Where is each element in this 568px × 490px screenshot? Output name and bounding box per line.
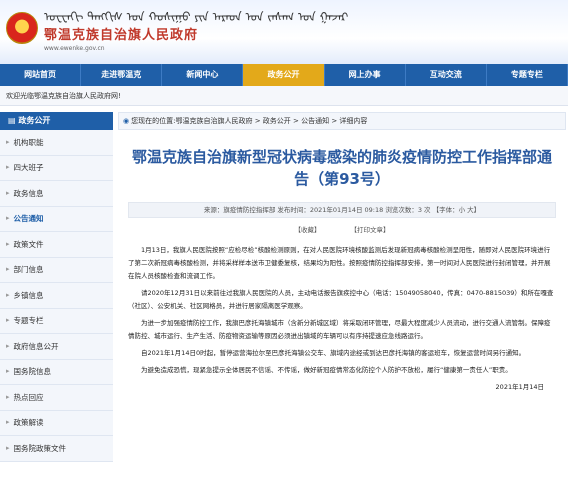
sidebar-item-label: 机构职能 (13, 137, 44, 147)
chevron-right-icon: ▸ (6, 239, 10, 248)
site-title[interactable]: 鄂温克族自治旗人民政府 (44, 24, 198, 43)
article-meta: 来源：旗疫情防控指挥部 发布时间：2021年01月14日 09:18 浏览次数：… (128, 202, 556, 218)
article-body: 1月13日，我旗人民医院按照“应检尽检”核酸检测原则，在对人民医院环境核酸监测后… (118, 244, 566, 391)
sidebar-item-label: 国务院信息 (13, 367, 52, 377)
article-actions: 【收藏】 【打印文章】 (118, 224, 566, 236)
breadcrumb-text[interactable]: 您现在的位置:鄂温克族自治旗人民政府 > 政务公开 > 公告通知 > 详细内容 (131, 117, 367, 125)
article-paragraph: 自2021年1月14日0时起，暂停运营海拉尔至巴彦托海镇公交车、旗域内途经或到达… (141, 349, 526, 357)
sidebar-item-label: 热点回应 (13, 392, 44, 402)
article-paragraph: 请2020年12月31日以来前往过我旗人民医院的人员，主动电话报告旗疾控中心（电… (128, 289, 554, 310)
chevron-right-icon: ▸ (6, 341, 10, 350)
nav-about-ewenki[interactable]: 走进鄂温克 (81, 64, 163, 86)
sidebar-item-policy-interpretation[interactable]: ▸ 政策解读 (0, 410, 113, 436)
sidebar-item-state-council-policy-docs[interactable]: ▸ 国务院政策文件 (0, 436, 113, 462)
chevron-right-icon: ▸ (6, 316, 10, 325)
article-paragraph: 为避免造成恐慌，现紧急提示全体居民不信谣、不传谣，做好新冠疫情常态化防控个人防护… (141, 366, 512, 374)
chevron-right-icon: ▸ (6, 265, 10, 274)
sidebar-item-agency-functions[interactable]: ▸ 机构职能 (0, 130, 113, 156)
chevron-right-icon: ▸ (6, 290, 10, 299)
bookmark-link[interactable]: 【收藏】 (294, 226, 320, 234)
sidebar-item-four-leadership-teams[interactable]: ▸ 四大班子 (0, 155, 113, 181)
sidebar-item-info-disclosure[interactable]: ▸ 政府信息公开 (0, 334, 113, 360)
chevron-right-icon: ▸ (6, 214, 10, 223)
nav-special-topics[interactable]: 专题专栏 (487, 64, 568, 86)
sidebar-item-label: 政策文件 (13, 239, 44, 249)
nav-online-services[interactable]: 网上办事 (325, 64, 406, 86)
sidebar-item-department-info[interactable]: ▸ 部门信息 (0, 257, 113, 283)
sidebar: ▤ 政务公开 ▸ 机构职能 ▸ 四大班子 ▸ 政务信息 ▸ 公告通知 ▸ 政策文件 ▸ 部门… (0, 112, 113, 490)
chevron-right-icon: ▸ (6, 418, 10, 427)
breadcrumb: ◉ 您现在的位置:鄂温克族自治旗人民政府 > 政务公开 > 公告通知 > 详细内容 (118, 112, 566, 130)
sidebar-item-hot-topic-responses[interactable]: ▸ 热点回应 (0, 385, 113, 411)
sidebar-item-label: 公告通知 (13, 214, 44, 224)
sidebar-item-policy-documents[interactable]: ▸ 政策文件 (0, 232, 113, 258)
site-url: www.ewenke.gov.cn (44, 45, 105, 52)
article-title: 鄂温克族自治旗新型冠状病毒感染的肺炎疫情防控工作指挥部通告（第93号） (131, 148, 552, 188)
sidebar-item-label: 政务信息 (13, 188, 44, 198)
chevron-right-icon: ▸ (6, 367, 10, 376)
list-icon: ▤ (8, 116, 19, 125)
welcome-ticker: 欢迎光临鄂温克族自治旗人民政府网! (0, 86, 568, 106)
chevron-right-icon: ▸ (6, 188, 10, 197)
print-article-link[interactable]: 【打印文章】 (351, 226, 390, 234)
location-pin-icon: ◉ (123, 117, 130, 125)
sidebar-item-label: 国务院政策文件 (13, 443, 67, 453)
national-emblem-logo (6, 12, 38, 44)
sidebar-item-label: 部门信息 (13, 265, 44, 275)
article-paragraph: 为进一步加强疫情防控工作，我旗巴彦托海镇城市（含新分新城区域）将采取闭环管理，尽… (128, 319, 551, 340)
chevron-right-icon: ▸ (6, 163, 10, 172)
article-content: 鄂温克族自治旗新型冠状病毒感染的肺炎疫情防控工作指挥部通告（第93号） 来源：旗… (118, 132, 566, 490)
sidebar-item-government-info[interactable]: ▸ 政务信息 (0, 181, 113, 207)
site-header: ᠣᠧᠧᠨᠭᠢ ᠲᠠᠩᠭᠢᠰ ᠤᠨ ᠬᠣᠰᠢᠭᠤ ᠶᠢᠨ ᠠᠷᠠᠳ ᠤᠨ ᠵᠠᠰᠠ… (0, 0, 568, 64)
sidebar-item-label: 四大班子 (13, 163, 44, 173)
main-nav: 网站首页 走进鄂温克 新闻中心 政务公开 网上办事 互动交流 专题专栏 (0, 64, 568, 86)
chevron-right-icon: ▸ (6, 392, 10, 401)
sidebar-heading: ▤ 政务公开 (0, 112, 113, 130)
sidebar-item-state-council-info[interactable]: ▸ 国务院信息 (0, 359, 113, 385)
sidebar-item-label: 政府信息公开 (13, 341, 59, 351)
sidebar-heading-label: 政务公开 (18, 116, 51, 125)
nav-news-center[interactable]: 新闻中心 (162, 64, 244, 86)
sidebar-item-label: 乡镇信息 (13, 290, 44, 300)
chevron-right-icon: ▸ (6, 443, 10, 452)
sidebar-item-township-info[interactable]: ▸ 乡镇信息 (0, 283, 113, 309)
nav-interaction[interactable]: 互动交流 (406, 64, 487, 86)
article-paragraph: 1月13日，我旗人民医院按照“应检尽检”核酸检测原则，在对人民医院环境核酸监测后… (128, 246, 551, 280)
sidebar-item-special-topics[interactable]: ▸ 专题专栏 (0, 308, 113, 334)
nav-government-affairs[interactable]: 政务公开 (243, 64, 325, 86)
chevron-right-icon: ▸ (6, 137, 10, 146)
nav-home[interactable]: 网站首页 (0, 64, 82, 86)
sidebar-item-label: 专题专栏 (13, 316, 44, 326)
sidebar-item-label: 政策解读 (13, 418, 44, 428)
mongolian-script-title: ᠣᠧᠧᠨᠭᠢ ᠲᠠᠩᠭᠢᠰ ᠤᠨ ᠬᠣᠰᠢᠭᠤ ᠶᠢᠨ ᠠᠷᠠᠳ ᠤᠨ ᠵᠠᠰᠠ… (44, 10, 349, 24)
article-date: 2021年1月14日 (495, 383, 544, 391)
sidebar-item-announcements[interactable]: ▸ 公告通知 (0, 206, 113, 232)
